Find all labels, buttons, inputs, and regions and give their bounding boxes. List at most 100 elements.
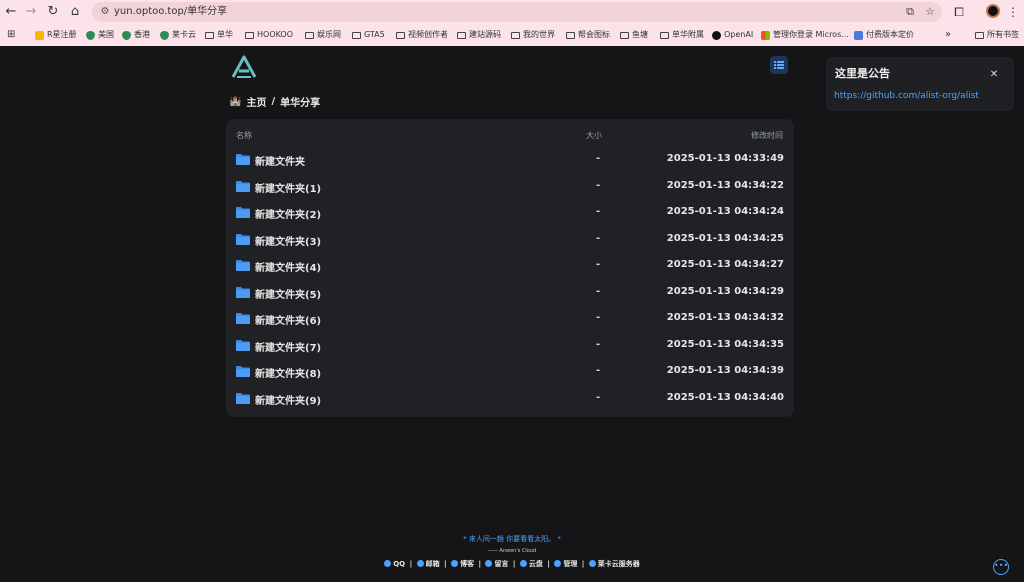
footer-link[interactable]: 博客 <box>451 560 474 568</box>
file-name[interactable]: 新建文件夹(9) <box>255 392 321 407</box>
footer-link-label: 莱卡云服务器 <box>597 560 640 568</box>
table-row[interactable]: 新建文件夹(4) - 2025-01-13 04:34:27 <box>226 254 794 280</box>
bookmark-item[interactable]: 视频创作者 <box>396 28 448 42</box>
list-view-button[interactable] <box>770 56 788 74</box>
footer-signature: —— Anwen's Cloud <box>487 548 537 554</box>
table-row[interactable]: 新建文件夹(6) - 2025-01-13 04:34:32 <box>226 307 794 333</box>
link-icon <box>485 560 493 567</box>
file-name[interactable]: 新建文件夹(4) <box>255 259 321 274</box>
file-name[interactable]: 新建文件夹(6) <box>255 312 321 327</box>
star-icon[interactable]: ☆ <box>922 4 938 20</box>
file-size: - <box>596 153 601 164</box>
list-icon <box>774 61 784 69</box>
notice-link[interactable]: https://github.com/alist-org/alist <box>834 91 979 101</box>
table-row[interactable]: 新建文件夹(2) - 2025-01-13 04:34:24 <box>226 201 794 227</box>
footer-separator: | <box>407 560 415 568</box>
bookmark-item[interactable]: 单华 <box>205 28 233 42</box>
column-modified[interactable]: 修改时间 <box>751 130 783 141</box>
folder-icon <box>236 392 250 404</box>
file-name[interactable]: 新建文件夹 <box>255 153 305 168</box>
alist-logo[interactable] <box>230 55 258 79</box>
forward-icon[interactable]: → <box>22 3 40 21</box>
back-icon[interactable]: ← <box>2 3 20 21</box>
bookmark-item[interactable]: 管理你登录 Micros... <box>761 28 849 42</box>
folder-icon <box>236 366 250 377</box>
profile-avatar[interactable] <box>986 4 1000 18</box>
bookmark-label: 建站源码 <box>469 30 501 39</box>
url-text[interactable]: yun.optoo.top/单华分享 <box>114 2 227 22</box>
folder-icon <box>236 339 250 351</box>
bookmark-item[interactable]: 美国 <box>86 28 114 42</box>
bookmark-label: 单华附属 <box>672 30 704 39</box>
footer-link[interactable]: QQ <box>384 560 405 568</box>
file-modified: 2025-01-13 04:34:25 <box>666 232 784 244</box>
table-row[interactable]: 新建文件夹(5) - 2025-01-13 04:34:29 <box>226 281 794 307</box>
folder-icon <box>660 31 669 39</box>
bookmark-item[interactable]: R星注册 <box>35 28 77 42</box>
file-name[interactable]: 新建文件夹(2) <box>255 206 321 221</box>
bookmark-item[interactable]: 我的世界 <box>511 28 555 42</box>
bookmark-item[interactable]: 香港 <box>122 28 150 42</box>
bookmark-label: 美国 <box>98 30 114 39</box>
table-row[interactable]: 新建文件夹(1) - 2025-01-13 04:34:22 <box>226 175 794 201</box>
address-bar[interactable]: ⚙ yun.optoo.top/单华分享 ⧉ ☆ <box>92 2 942 22</box>
chat-icon[interactable]: ••• <box>993 559 1009 575</box>
file-name[interactable]: 新建文件夹(3) <box>255 233 321 248</box>
bookmark-item[interactable]: 莱卡云 <box>160 28 196 42</box>
home-icon[interactable]: ⌂ <box>66 3 84 21</box>
bookmark-item[interactable]: 帮会图标 <box>566 28 610 42</box>
table-row[interactable]: 新建文件夹 - 2025-01-13 04:33:49 <box>226 148 794 174</box>
more-bookmarks-icon[interactable]: » <box>945 28 951 42</box>
table-row[interactable]: 新建文件夹(8) - 2025-01-13 04:34:39 <box>226 360 794 386</box>
footer-link[interactable]: 留言 <box>485 560 508 568</box>
column-name[interactable]: 名称 <box>236 130 252 141</box>
table-row[interactable]: 新建文件夹(7) - 2025-01-13 04:34:35 <box>226 334 794 360</box>
folder-icon <box>396 31 405 39</box>
bookmark-item[interactable]: 建站源码 <box>457 28 501 42</box>
apps-icon[interactable]: ⊞ <box>7 28 15 42</box>
file-size: - <box>596 259 601 270</box>
close-icon[interactable]: ✕ <box>988 69 1000 80</box>
footer-link[interactable]: 莱卡云服务器 <box>588 560 640 568</box>
bookmark-item[interactable]: OpenAI <box>712 28 753 42</box>
footer-link-label: 云盘 <box>528 560 543 568</box>
footer-link[interactable]: 云盘 <box>519 560 543 568</box>
file-modified: 2025-01-13 04:34:39 <box>666 365 784 376</box>
breadcrumb-home[interactable]: 主页 <box>246 94 266 109</box>
folder-icon <box>352 31 361 39</box>
table-row[interactable]: 新建文件夹(9) - 2025-01-13 04:34:40 <box>226 387 794 413</box>
bookmark-label: 娱乐网 <box>317 30 341 39</box>
bookmark-item[interactable]: GTA5 <box>352 28 385 42</box>
file-name[interactable]: 新建文件夹(1) <box>255 180 321 195</box>
bookmark-item[interactable]: 鱼塘 <box>620 28 648 42</box>
breadcrumb-current[interactable]: 单华分享 <box>280 94 320 109</box>
bookmark-item[interactable]: HOOKOO <box>245 28 293 42</box>
site-info-icon[interactable]: ⚙ <box>98 4 112 20</box>
footer-link[interactable]: 邮箱 <box>416 560 440 568</box>
link-icon <box>588 560 596 567</box>
file-name[interactable]: 新建文件夹(8) <box>255 365 321 380</box>
footer-link[interactable]: 管理 <box>554 560 577 568</box>
extensions-icon[interactable]: ⧠ <box>950 3 968 21</box>
bookmark-label: 香港 <box>134 30 150 39</box>
bookmark-label: 单华 <box>217 30 233 39</box>
file-name[interactable]: 新建文件夹(5) <box>255 286 321 301</box>
bookmark-item[interactable]: 娱乐网 <box>305 28 341 42</box>
breadcrumb-separator: / <box>271 96 276 107</box>
bookmark-item[interactable]: 付费版本定价 <box>854 28 914 42</box>
notice-card: 这里是公告 ✕ https://github.com/alist-org/ali… <box>826 57 1014 111</box>
folder-icon <box>236 154 250 165</box>
bookmark-item[interactable]: 单华附属 <box>660 28 704 42</box>
column-size[interactable]: 大小 <box>586 130 602 141</box>
folder-icon <box>205 31 214 39</box>
all-bookmarks[interactable]: 所有书签 <box>975 28 1019 42</box>
shield-icon <box>122 30 131 40</box>
file-size: - <box>596 338 601 350</box>
reload-icon[interactable]: ↻ <box>44 3 62 21</box>
file-name[interactable]: 新建文件夹(7) <box>255 339 321 354</box>
folder-icon <box>566 31 575 39</box>
install-icon[interactable]: ⧉ <box>902 4 918 20</box>
menu-icon[interactable]: ⋮ <box>1004 3 1022 21</box>
table-row[interactable]: 新建文件夹(3) - 2025-01-13 04:34:25 <box>226 228 794 254</box>
file-size: - <box>596 391 601 403</box>
